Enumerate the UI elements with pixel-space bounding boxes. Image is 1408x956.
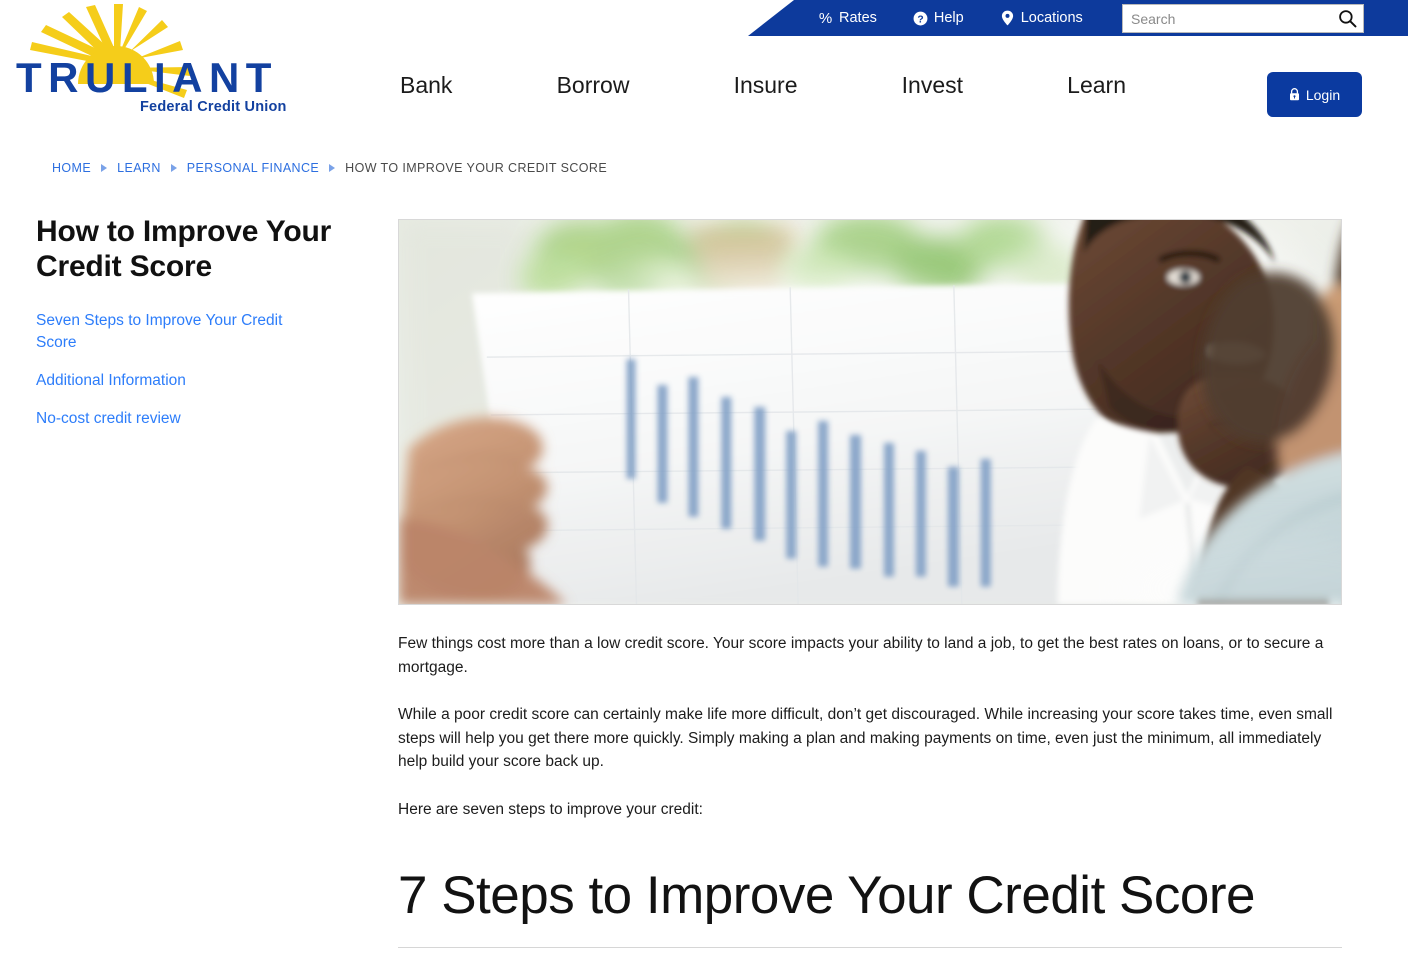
nav-item-borrow[interactable]: Borrow [555, 70, 632, 101]
nav-item-learn[interactable]: Learn [1065, 70, 1128, 101]
nav-item-bank[interactable]: Bank [398, 70, 454, 101]
nav-item-invest[interactable]: Invest [900, 70, 965, 101]
article-paragraph-1: Few things cost more than a low credit s… [398, 635, 1324, 676]
question-circle-icon: ? [913, 11, 928, 26]
breadcrumb-item-home[interactable]: HOME [52, 161, 91, 175]
utility-link-rates[interactable]: % Rates [800, 10, 895, 26]
lock-icon [1289, 88, 1300, 101]
svg-text:?: ? [917, 14, 923, 25]
sidebar-item-seven-steps[interactable]: Seven Steps to Improve Your Credit Score [36, 310, 308, 354]
credit-score-consultation-photo [398, 219, 1342, 605]
breadcrumb: HOME LEARN PERSONAL FINANCE HOW TO IMPRO… [52, 161, 607, 175]
sidebar-item-no-cost-credit-review[interactable]: No-cost credit review [36, 408, 308, 430]
breadcrumb-separator-icon [329, 164, 336, 172]
login-button[interactable]: Login [1267, 72, 1362, 117]
nav-item-insure[interactable]: Insure [732, 70, 800, 101]
percent-icon: % [818, 9, 833, 27]
utility-link-rates-label: Rates [839, 10, 877, 26]
article-paragraph-2: While a poor credit score can certainly … [398, 706, 1333, 771]
breadcrumb-item-learn[interactable]: LEARN [117, 161, 161, 175]
page-content: How to Improve Your Credit Score Seven S… [0, 200, 1408, 948]
search-button[interactable] [1331, 5, 1363, 32]
article-main: Few things cost more than a low credit s… [398, 219, 1342, 956]
breadcrumb-item-personal-finance[interactable]: PERSONAL FINANCE [187, 161, 319, 175]
section-divider [398, 946, 1342, 948]
utility-link-locations[interactable]: Locations [982, 10, 1101, 26]
svg-text:TRULIANT: TRULIANT [16, 54, 278, 101]
utility-link-locations-label: Locations [1020, 10, 1083, 26]
svg-text:Federal Credit Union: Federal Credit Union [140, 99, 287, 115]
breadcrumb-item-current: HOW TO IMPROVE YOUR CREDIT SCORE [345, 161, 608, 175]
utility-links: % Rates ? Help Locations [800, 0, 1101, 36]
article-paragraph-3: Here are seven steps to improve your cre… [398, 800, 703, 818]
login-button-label: Login [1305, 86, 1341, 103]
search-input[interactable] [1123, 5, 1331, 32]
search-box[interactable] [1122, 4, 1364, 33]
breadcrumb-separator-icon [170, 164, 177, 172]
sidebar-item-additional-information[interactable]: Additional Information [36, 370, 308, 392]
page-sidebar: How to Improve Your Credit Score Seven S… [36, 214, 356, 446]
breadcrumb-separator-icon [101, 164, 108, 172]
main-navigation: Bank Borrow Insure Invest Learn [398, 64, 1128, 106]
page-title: How to Improve Your Credit Score [36, 215, 332, 284]
sidebar-link-list: Seven Steps to Improve Your Credit Score… [36, 310, 356, 430]
search-icon [1338, 9, 1357, 28]
utility-bar: % Rates ? Help Locations [0, 0, 1408, 36]
utility-link-help[interactable]: ? Help [895, 10, 982, 26]
map-pin-icon [1000, 10, 1015, 26]
utility-link-help-label: Help [933, 10, 964, 26]
section-heading-7-steps: 7 Steps to Improve Your Credit Score [398, 866, 1255, 926]
